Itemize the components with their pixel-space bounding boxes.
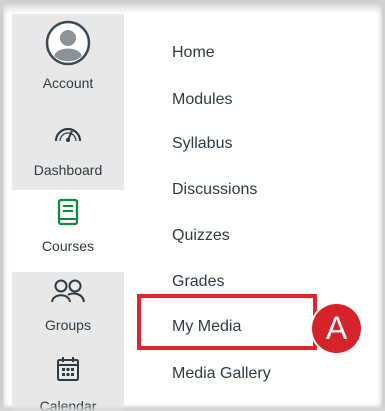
global-nav-calendar[interactable]: Calendar (12, 352, 124, 411)
bottom-shadow (0, 405, 385, 411)
my-media-highlight-box (137, 294, 317, 350)
course-nav-home[interactable]: Home (172, 44, 215, 62)
account-avatar-icon (45, 20, 91, 69)
dashboard-gauge-icon (52, 121, 84, 148)
course-nav-syllabus[interactable]: Syllabus (172, 135, 232, 153)
global-nav-account-label: Account (42, 75, 94, 91)
global-nav-dashboard[interactable]: Dashboard (12, 115, 124, 190)
global-nav-groups[interactable]: Groups (12, 272, 124, 352)
course-nav-discussions[interactable]: Discussions (172, 181, 257, 199)
course-nav-grades[interactable]: Grades (172, 273, 224, 291)
callout-badge: A (312, 304, 361, 353)
global-nav-groups-label: Groups (45, 317, 91, 333)
top-shadow (0, 0, 385, 14)
global-nav-account[interactable]: Account (12, 14, 124, 106)
course-nav-media-gallery[interactable]: Media Gallery (172, 365, 271, 383)
courses-book-icon (56, 198, 80, 231)
global-nav-courses[interactable]: Courses (12, 190, 124, 272)
course-nav-quizzes[interactable]: Quizzes (172, 227, 230, 245)
calendar-icon (56, 356, 80, 385)
groups-people-icon (50, 278, 86, 307)
global-nav-courses-label: Courses (41, 238, 95, 254)
course-nav-modules[interactable]: Modules (172, 91, 232, 109)
global-nav-dashboard-label: Dashboard (33, 162, 103, 178)
